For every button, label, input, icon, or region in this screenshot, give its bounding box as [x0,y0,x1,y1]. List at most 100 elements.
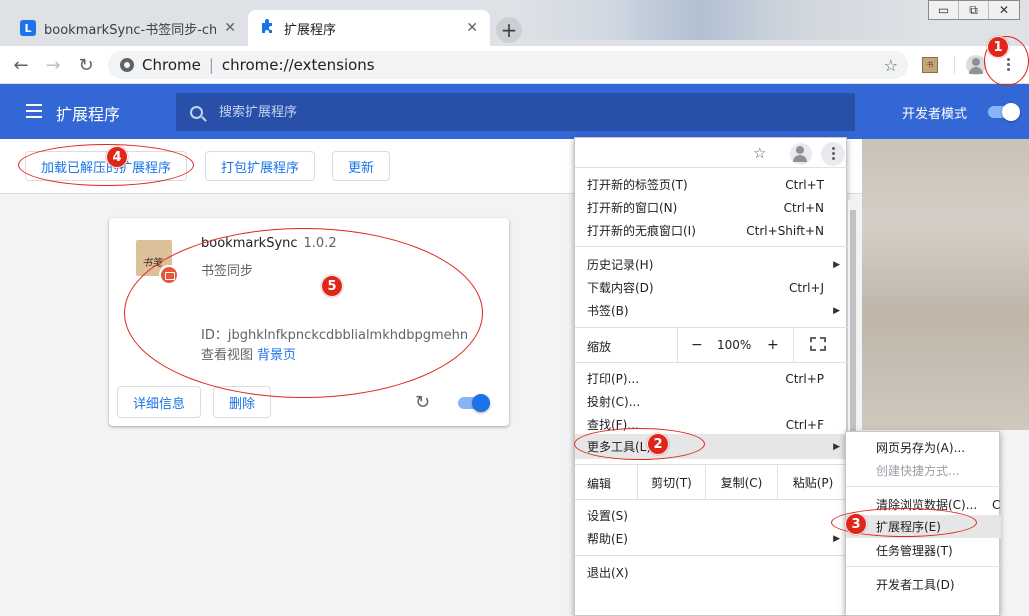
menu-item-label: 历史记录(H) [587,258,654,272]
kebab-dots [830,147,836,160]
tab-strip: L bookmarkSync-书签同步-chrom ✕ 扩展程序 ✕ + ▭ ⧉… [0,0,1029,46]
annotation-ring-2 [574,428,705,460]
menu-item-print[interactable]: 打印(P)... Ctrl+P [575,367,848,390]
hamburger-menu-icon[interactable] [26,104,42,118]
paste-button[interactable]: 粘贴(P) [777,465,848,499]
pack-extension-button[interactable]: 打包扩展程序 [205,151,316,181]
close-window-button[interactable]: ✕ [989,1,1019,19]
menu-edit-row: 编辑 剪切(T) 复制(C) 粘贴(P) [575,465,848,499]
tab-favicon-l-icon: L [20,20,36,36]
submenu-item-create-shortcut[interactable]: 创建快捷方式... [846,459,1001,482]
zoom-out-button[interactable]: − [691,337,703,353]
menu-item-shortcut: Ctrl+F [785,417,824,432]
menu-item-label: 下载内容(D) [587,281,654,295]
zoom-label: 缩放 [587,340,612,354]
menu-item-history[interactable]: 历史记录(H) ▶ [575,253,848,276]
menu-item-cast[interactable]: 投射(C)... [575,390,848,413]
background-photo [862,139,1029,430]
menu-item-new-window[interactable]: 打开新的窗口(N) Ctrl+N [575,196,848,219]
extension-toolbar-icon[interactable]: 书 [922,57,938,73]
submenu-arrow-icon: ▶ [833,305,840,316]
annotation-ring-4 [18,144,194,186]
bookmark-star-icon[interactable]: ☆ [753,144,766,162]
extensions-header: 扩展程序 开发者模式 [0,84,1029,139]
omnibox-url[interactable]: chrome://extensions [222,56,375,74]
chrome-icon [120,58,134,72]
menu-top-bar: ☆ [575,138,848,168]
close-icon[interactable]: ✕ [224,20,236,36]
tab-title: bookmarkSync-书签同步-chrom [44,22,217,38]
new-tab-button[interactable]: + [496,17,522,43]
annotation-badge-3: 3 [845,513,867,535]
menu-item-new-incognito[interactable]: 打开新的无痕窗口(I) Ctrl+Shift+N [575,219,848,242]
menu-item-label: 打开新的标签页(T) [587,178,688,192]
zoom-level: 100% [717,338,752,352]
submenu-item-save-page[interactable]: 网页另存为(A)... [846,436,1001,459]
developer-mode-toggle[interactable] [988,103,1020,121]
minimize-button[interactable]: ▭ [929,1,959,19]
close-icon[interactable]: ✕ [466,20,478,36]
forward-arrow-icon[interactable]: → [42,54,64,76]
submenu-arrow-icon: ▶ [833,441,840,452]
restore-button[interactable]: ⧉ [959,1,989,19]
toggle-knob [1002,103,1020,121]
search-bar[interactable] [176,93,855,131]
menu-item-label: 打开新的窗口(N) [587,201,678,215]
chrome-main-menu: ☆ 打开新的标签页(T) Ctrl+T 打开新的窗口(N) Ctrl+N 打开新… [574,137,848,616]
annotation-badge-4: 4 [106,146,128,168]
annotation-ring-5 [124,228,483,398]
menu-item-label: 设置(S) [587,509,628,523]
search-icon [190,105,203,119]
back-arrow-icon[interactable]: ← [10,54,32,76]
puzzle-icon [260,18,276,38]
reload-icon[interactable]: ↻ [75,54,97,76]
submenu-item-dev-tools[interactable]: 开发者工具(D) [846,573,1001,596]
submenu-separator [846,486,1001,487]
menu-separator [575,362,848,363]
submenu-separator [846,566,1001,567]
menu-item-bookmarks[interactable]: 书签(B) ▶ [575,299,848,322]
menu-item-downloads[interactable]: 下载内容(D) Ctrl+J [575,276,848,299]
menu-separator [575,555,848,556]
toggle-knob [472,394,490,412]
bookmark-star-icon[interactable]: ☆ [884,56,898,75]
menu-item-label: 退出(X) [587,566,629,580]
menu-item-shortcut: Ctrl+T [785,177,824,192]
submenu-item-task-manager[interactable]: 任务管理器(T) [846,539,1001,562]
menu-item-new-tab[interactable]: 打开新的标签页(T) Ctrl+T [575,173,848,196]
tab-bookmarksync[interactable]: L bookmarkSync-书签同步-chrom ✕ [8,10,248,46]
profile-avatar-icon[interactable] [790,143,812,165]
scrollbar-thumb[interactable] [850,210,856,440]
window-controls: ▭ ⧉ ✕ [928,0,1020,20]
menu-item-label: 打印(P)... [587,372,640,386]
copy-button[interactable]: 复制(C) [705,465,777,499]
tab-extensions[interactable]: 扩展程序 ✕ [248,10,490,46]
menu-item-label: 打开新的无痕窗口(I) [587,224,696,238]
search-input[interactable] [219,104,819,120]
update-button[interactable]: 更新 [332,151,391,181]
menu-item-exit[interactable]: 退出(X) [575,561,848,584]
cut-button[interactable]: 剪切(T) [637,465,705,499]
profile-avatar-icon[interactable] [966,55,986,75]
menu-item-help[interactable]: 帮助(E) ▶ [575,527,848,550]
tab-title: 扩展程序 [284,22,337,38]
zoom-divider [793,328,794,362]
edit-label: 编辑 [587,477,612,491]
fullscreen-icon[interactable] [810,337,826,351]
reload-extension-icon[interactable]: ↻ [415,392,430,413]
menu-zoom-row: 缩放 − 100% + [575,328,848,362]
menu-item-settings[interactable]: 设置(S) [575,504,848,527]
menu-item-label: 投射(C)... [587,395,641,409]
omnibox[interactable]: Chrome | chrome://extensions ☆ [108,51,908,79]
menu-item-shortcut: Ctrl+J [789,280,824,295]
zoom-in-button[interactable]: + [767,337,779,353]
tabstrip-background [520,0,920,40]
menu-item-shortcut: Ctrl+P [785,371,824,386]
omnibox-separator: | [208,56,214,74]
extension-enable-toggle[interactable] [458,394,490,412]
browser-toolbar: ← → ↻ Chrome | chrome://extensions ☆ [0,46,1029,84]
annotation-badge-2: 2 [647,433,669,455]
details-button[interactable]: 详细信息 [117,386,202,418]
menu-item-shortcut: Ctrl+Shift+N [746,223,824,238]
page-title: 扩展程序 [56,105,121,124]
